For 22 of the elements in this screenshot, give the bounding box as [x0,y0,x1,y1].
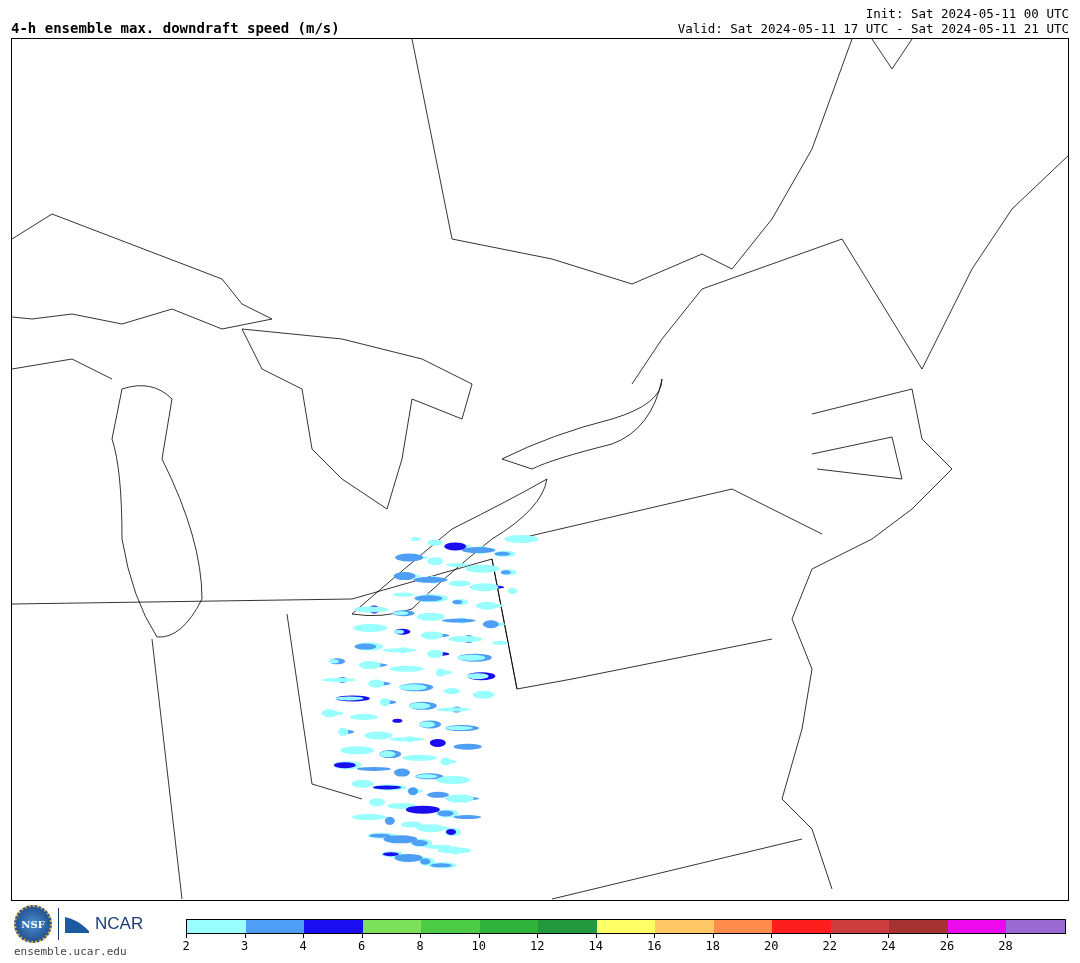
colorbar-tick-label: 12 [529,939,545,953]
swoosh-icon [65,915,89,933]
colorbar-tick-label: 14 [588,939,603,953]
colorbar-tick-label: 4 [299,939,307,953]
map-title: 4-h ensemble max. downdraft speed (m/s) [11,20,340,36]
colorbar-tick-label: 22 [822,939,838,953]
colorbar-tick-label: 6 [358,939,366,953]
colorbar-tick-label: 20 [764,939,779,953]
nsf-logo: NSF [14,905,52,943]
ncar-logo: NCAR [95,914,144,934]
colorbar-tick-label: 10 [471,939,486,953]
init-time: Init: Sat 2024-05-11 00 UTC [865,6,1069,21]
colorbar-tick-label: 26 [939,939,955,953]
colorbar-tick-label: 2 [182,939,190,953]
site-url: ensemble.ucar.edu [14,945,128,958]
colorbar-tick-label: 16 [647,939,662,953]
colorbar-tick-label: 3 [240,939,249,953]
colorbar-tick-label: 18 [705,939,720,953]
colorbar-tick-label: 28 [998,939,1013,953]
colorbar-tick-label: 8 [416,939,424,953]
valid-time: Valid: Sat 2024-05-11 17 UTC - Sat 2024-05-11 21 UTC [677,21,1069,36]
colorbar-tick-label: 24 [881,939,896,953]
